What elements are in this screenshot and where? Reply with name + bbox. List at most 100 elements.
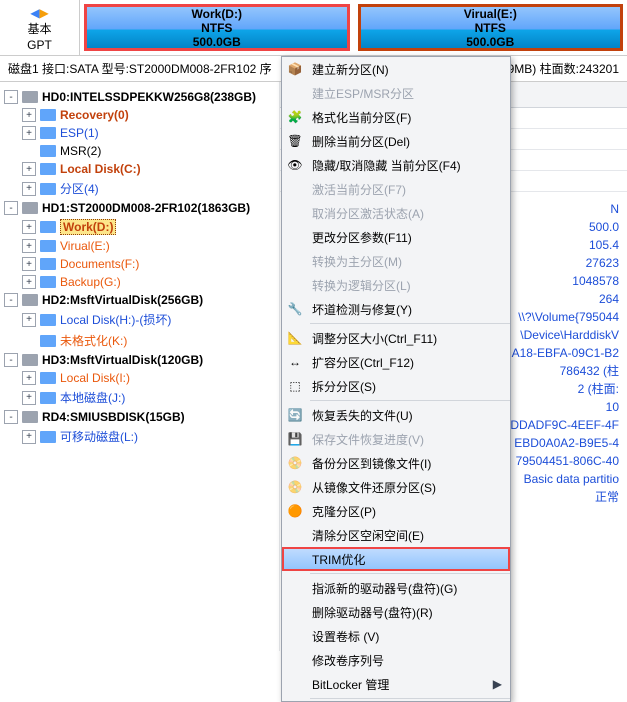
menu-separator — [310, 400, 510, 401]
menu-item[interactable]: 🧩格式化当前分区(F) — [282, 105, 510, 129]
tree-toggle[interactable]: + — [22, 126, 36, 140]
menu-label: 取消分区激活状态(A) — [312, 205, 424, 222]
tree-node[interactable]: -RD4:SMIUSBDISK(15GB) — [4, 408, 275, 426]
tree-toggle[interactable]: + — [22, 275, 36, 289]
disk-icon — [40, 314, 56, 326]
tree-toggle[interactable]: + — [22, 182, 36, 196]
tree-toggle[interactable]: - — [4, 410, 18, 424]
tree-node[interactable]: + ESP(1) — [4, 124, 275, 142]
menu-item[interactable]: 删除驱动器号(盘符)(R) — [282, 600, 510, 624]
menu-item[interactable]: ⬚ 拆分分区(S) — [282, 374, 510, 398]
disk-icon — [40, 145, 56, 157]
tree-label: 可移动磁盘(L:) — [60, 428, 138, 445]
tree-node[interactable]: + 可移动磁盘(L:) — [4, 426, 275, 447]
disk-icon — [40, 276, 56, 288]
menu-label: 坏道检测与修复(Y) — [312, 301, 412, 318]
nav-arrows[interactable]: ◀▶ — [30, 4, 48, 21]
tree-toggle[interactable]: + — [22, 371, 36, 385]
tree-toggle[interactable]: + — [22, 430, 36, 444]
tree-toggle[interactable]: + — [22, 391, 36, 405]
tree-label: Work(D:) — [60, 219, 116, 235]
context-menu[interactable]: 📦建立新分区(N)建立ESP/MSR分区🧩格式化当前分区(F)🗑删除当前分区(D… — [281, 56, 511, 702]
menu-icon — [286, 204, 304, 222]
tree-label: MSR(2) — [60, 144, 101, 158]
partition-work-d[interactable]: Work(D:) NTFS 500.0GB — [84, 4, 350, 51]
tree-toggle[interactable]: + — [22, 108, 36, 122]
menu-icon — [286, 579, 304, 597]
tree-node[interactable]: - HD1:ST2000DM008-2FR102(1863GB) — [4, 199, 275, 217]
tree-node[interactable]: +分区(4) — [4, 178, 275, 199]
tree-node[interactable]: +Local Disk(H:)-(损坏) — [4, 309, 275, 330]
menu-item[interactable]: 清除分区空闲空间(E) — [282, 523, 510, 547]
tree-toggle[interactable]: - — [4, 353, 18, 367]
menu-item[interactable]: 指派新的驱动器号(盘符)(G) — [282, 576, 510, 600]
tree-node[interactable]: +Backup(G:) — [4, 273, 275, 291]
menu-label: 从镜像文件还原分区(S) — [312, 479, 436, 496]
tree-label: Virual(E:) — [60, 239, 110, 253]
menu-item[interactable]: 👁隐藏/取消隐藏 当前分区(F4) — [282, 153, 510, 177]
disk-icon — [40, 372, 56, 384]
tree-node[interactable]: MSR(2) — [4, 142, 275, 160]
menu-item[interactable]: 修改卷序列号 — [282, 648, 510, 672]
menu-label: TRIM优化 — [312, 551, 365, 568]
menu-icon: ↔ — [286, 353, 304, 371]
disk-icon — [22, 91, 38, 103]
menu-item: 转换为逻辑分区(L) — [282, 273, 510, 297]
menu-item[interactable]: 📀从镜像文件还原分区(S) — [282, 475, 510, 499]
partition-virual-e[interactable]: Virual(E:) NTFS 500.0GB — [358, 4, 624, 51]
tree-toggle[interactable]: + — [22, 239, 36, 253]
tree-node[interactable]: +本地磁盘(J:) — [4, 387, 275, 408]
menu-item[interactable]: 🟠克隆分区(P) — [282, 499, 510, 523]
menu-icon — [286, 550, 304, 568]
tree-toggle[interactable]: + — [22, 257, 36, 271]
menu-icon — [286, 228, 304, 246]
menu-item[interactable]: 📦建立新分区(N) — [282, 57, 510, 81]
disk-tree[interactable]: - HD0:INTELSSDPEKKW256G8(238GB) +Recovery(… — [0, 82, 280, 651]
disk-icon — [22, 294, 38, 306]
tree-node[interactable]: + Work(D:) — [4, 217, 275, 237]
menu-label: 恢复丢失的文件(U) — [312, 407, 413, 424]
menu-item: 💾保存文件恢复进度(V) — [282, 427, 510, 451]
tree-label: HD0:INTELSSDPEKKW256G8(238GB) — [42, 90, 256, 104]
menu-label: 拆分分区(S) — [312, 378, 376, 395]
menu-item: 建立ESP/MSR分区 — [282, 81, 510, 105]
tree-node[interactable]: -HD2:MsftVirtualDisk(256GB) — [4, 291, 275, 309]
menu-item[interactable]: 📐调整分区大小(Ctrl_F11) — [282, 326, 510, 350]
menu-item[interactable]: 🔄 恢复丢失的文件(U) — [282, 403, 510, 427]
menu-icon — [286, 84, 304, 102]
menu-item[interactable]: ↔扩容分区(Ctrl_F12) — [282, 350, 510, 374]
menu-item[interactable]: BitLocker 管理▶ — [282, 672, 510, 696]
menu-item[interactable]: 更改分区参数(F11) — [282, 225, 510, 249]
disk-icon — [22, 354, 38, 366]
tree-node[interactable]: 未格式化(K:) — [4, 330, 275, 351]
tree-toggle[interactable]: + — [22, 162, 36, 176]
tree-toggle[interactable]: - — [4, 90, 18, 104]
menu-item[interactable]: 🔧坏道检测与修复(Y) — [282, 297, 510, 321]
menu-separator — [310, 323, 510, 324]
tree-toggle[interactable]: - — [4, 293, 18, 307]
tree-node[interactable]: +Local Disk(I:) — [4, 369, 275, 387]
tree-label: HD1:ST2000DM008-2FR102(1863GB) — [42, 201, 250, 215]
menu-icon: ⬚ — [286, 377, 304, 395]
tree-node[interactable]: + Virual(E:) — [4, 237, 275, 255]
menu-item[interactable]: 📀备份分区到镜像文件(I) — [282, 451, 510, 475]
tree-node[interactable]: - HD0:INTELSSDPEKKW256G8(238GB) — [4, 88, 275, 106]
menu-icon: 🔄 — [286, 406, 304, 424]
tree-toggle[interactable]: - — [4, 201, 18, 215]
menu-item[interactable]: 🗑删除当前分区(Del) — [282, 129, 510, 153]
menu-item[interactable]: 设置卷标 (V) — [282, 624, 510, 648]
tree-node[interactable]: -HD3:MsftVirtualDisk(120GB) — [4, 351, 275, 369]
disk-icon — [40, 183, 56, 195]
tree-label: ESP(1) — [60, 126, 99, 140]
menu-label: 更改分区参数(F11) — [312, 229, 412, 246]
tree-node[interactable]: +Recovery(0) — [4, 106, 275, 124]
tree-toggle[interactable]: + — [22, 313, 36, 327]
tree-node[interactable]: +Local Disk(C:) — [4, 160, 275, 178]
menu-label: 清除分区空闲空间(E) — [312, 527, 424, 544]
tree-node[interactable]: +Documents(F:) — [4, 255, 275, 273]
tree-toggle[interactable]: + — [22, 220, 36, 234]
menu-item[interactable]: TRIM优化 — [282, 547, 510, 571]
menu-icon: 🗑 — [286, 132, 304, 150]
menu-label: 克隆分区(P) — [312, 503, 376, 520]
submenu-arrow-icon: ▶ — [493, 677, 502, 691]
